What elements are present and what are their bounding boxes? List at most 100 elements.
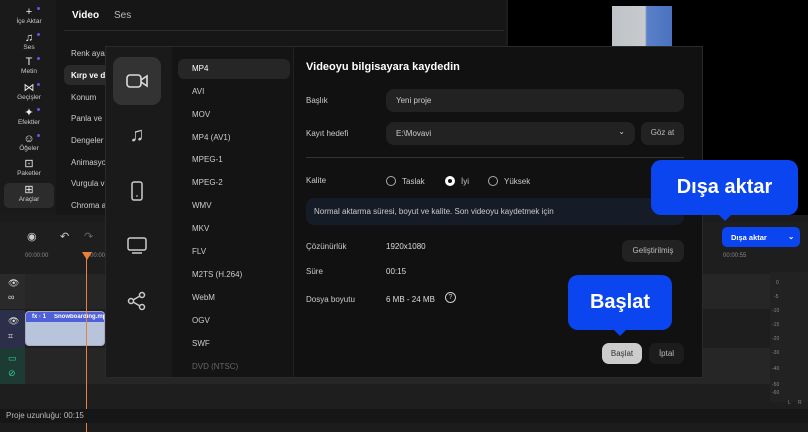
tab-audio[interactable]: Ses <box>114 10 131 21</box>
advanced-button[interactable]: Geliştirilmiş <box>622 240 684 262</box>
format-item[interactable]: FLV <box>178 242 290 262</box>
category-mobile[interactable] <box>113 167 161 215</box>
transition-icon: ⋈ <box>23 82 35 94</box>
meter-label: -10 <box>772 308 780 314</box>
tool-transitions[interactable]: ⋈ Geçişler <box>4 82 54 106</box>
video-clip[interactable]: fx · 1 Snowboarding.mp4 <box>25 311 105 346</box>
export-button[interactable]: Dışa aktar ⌄ <box>722 227 800 247</box>
undo-icon[interactable]: ↶ <box>60 230 69 243</box>
camera-icon[interactable]: ▭ <box>8 353 17 364</box>
tool-tools[interactable]: ⊞ Araçlar <box>4 183 54 208</box>
format-item[interactable]: MP4 (AV1) <box>178 128 290 148</box>
tool-audio[interactable]: ♫ Ses <box>4 32 54 56</box>
meter-label: -20 <box>772 336 780 342</box>
tool-text[interactable]: T Metin <box>4 56 54 80</box>
quality-good[interactable]: İyi <box>445 176 469 186</box>
format-item[interactable]: WebM <box>178 288 290 308</box>
duration-value: 00:15 <box>386 267 407 276</box>
format-item[interactable]: MOV <box>178 105 290 125</box>
category-tv[interactable] <box>113 222 161 270</box>
destination-value: E:\Movavi <box>396 129 432 138</box>
playhead-handle[interactable] <box>82 252 92 265</box>
ruler-start: 00:00:00 <box>25 253 49 259</box>
dialog-title: Videoyu bilgisayara kaydedin <box>306 61 460 73</box>
audio-icon[interactable]: ⌗ <box>8 331 13 342</box>
menu-crop[interactable]: Kırp ve d <box>71 71 105 80</box>
tab-video[interactable]: Video <box>72 10 99 21</box>
music-icon: ♫ <box>129 123 145 146</box>
format-item[interactable]: AVI <box>178 82 290 102</box>
clip-fx-badge: fx · 1 <box>32 314 47 320</box>
duration-label: Süre <box>306 267 323 276</box>
category-audio[interactable]: ♫ <box>113 111 161 159</box>
monitor-icon <box>127 237 147 254</box>
redo-icon[interactable]: ↷ <box>84 230 93 243</box>
chevron-down-icon: ⌄ <box>618 127 625 136</box>
meter-label: 0 <box>776 280 779 286</box>
menu-color[interactable]: Renk ayar <box>71 49 107 58</box>
resolution-value: 1920x1080 <box>386 242 426 251</box>
start-button[interactable]: Başlat <box>602 343 642 364</box>
tool-packages[interactable]: ⊡ Paketler <box>4 158 54 182</box>
package-icon: ⊡ <box>24 158 34 170</box>
meter-label: -60 <box>772 390 780 396</box>
divider <box>64 30 504 31</box>
video-camera-icon <box>126 74 148 88</box>
category-share[interactable] <box>113 277 161 325</box>
track-header-2: 👁 ⌗ <box>0 310 25 348</box>
format-item[interactable]: OGV <box>178 311 290 331</box>
tool-effects[interactable]: ✦ Efektler <box>4 107 54 131</box>
meter-label: -15 <box>772 322 780 328</box>
radio-label: Taslak <box>402 176 425 186</box>
format-item[interactable]: M2TS (H.264) <box>178 265 290 285</box>
menu-position[interactable]: Konum <box>71 93 96 102</box>
format-item[interactable]: WMV <box>178 196 290 216</box>
start-callout: Başlat <box>568 275 672 336</box>
menu-pan[interactable]: Panla ve <box>71 114 102 123</box>
filesize-label: Dosya boyutu <box>306 295 355 304</box>
category-video[interactable] <box>113 57 161 105</box>
ruler-mid: 00:00 <box>90 253 106 259</box>
track-header-1: 👁 ∞ <box>0 274 25 309</box>
chevron-down-icon[interactable]: ⌄ <box>788 232 794 241</box>
radio-icon <box>488 176 498 186</box>
phone-icon <box>131 181 143 201</box>
unlink-icon[interactable]: ⊘ <box>8 368 16 379</box>
tools-icon: ⊞ <box>24 184 34 196</box>
help-icon[interactable]: ? <box>445 292 456 303</box>
format-item[interactable]: DVD (NTSC) <box>178 357 290 377</box>
export-category-column: ♫ <box>106 47 172 377</box>
cancel-button[interactable]: İptal <box>649 343 684 364</box>
link-icon[interactable]: ∞ <box>8 292 14 302</box>
menu-chroma[interactable]: Chroma a <box>71 201 106 210</box>
format-item[interactable]: MKV <box>178 219 290 239</box>
browse-button[interactable]: Göz at <box>641 122 684 145</box>
menu-highlight[interactable]: Vurgula v <box>71 179 105 188</box>
title-input[interactable]: Yeni proje <box>386 89 684 112</box>
quality-draft[interactable]: Taslak <box>386 176 425 186</box>
tool-import[interactable]: + İçe Aktar <box>4 6 54 30</box>
plus-icon: + <box>25 6 33 18</box>
format-item[interactable]: MP4 <box>178 59 290 79</box>
export-callout: Dışa aktar <box>651 160 798 221</box>
record-icon[interactable]: ◉ <box>27 230 37 243</box>
destination-select[interactable]: E:\Movavi ⌄ <box>386 122 635 145</box>
menu-animation[interactable]: Animasyo <box>71 158 106 167</box>
tool-elements[interactable]: ☺ Öğeler <box>4 133 54 157</box>
export-callout-text: Dışa aktar <box>676 176 773 198</box>
playhead[interactable] <box>86 252 87 432</box>
meter-label: -40 <box>772 366 780 372</box>
radio-icon <box>386 176 396 186</box>
quality-high[interactable]: Yüksek <box>488 176 530 186</box>
format-item[interactable]: SWF <box>178 334 290 354</box>
status-bar: Proje uzunluğu: 00:15 <box>0 409 808 423</box>
quality-label: Kalite <box>306 176 327 185</box>
smiley-icon: ☺ <box>23 133 35 145</box>
radio-label: İyi <box>461 176 469 186</box>
format-item[interactable]: MPEG-1 <box>178 150 290 170</box>
format-item[interactable]: MPEG-2 <box>178 173 290 193</box>
eye-icon[interactable]: 👁 <box>8 278 19 289</box>
eye-icon[interactable]: 👁 <box>8 316 19 327</box>
menu-stabilize[interactable]: Dengeler <box>71 136 103 145</box>
meter-r: R <box>798 400 802 406</box>
